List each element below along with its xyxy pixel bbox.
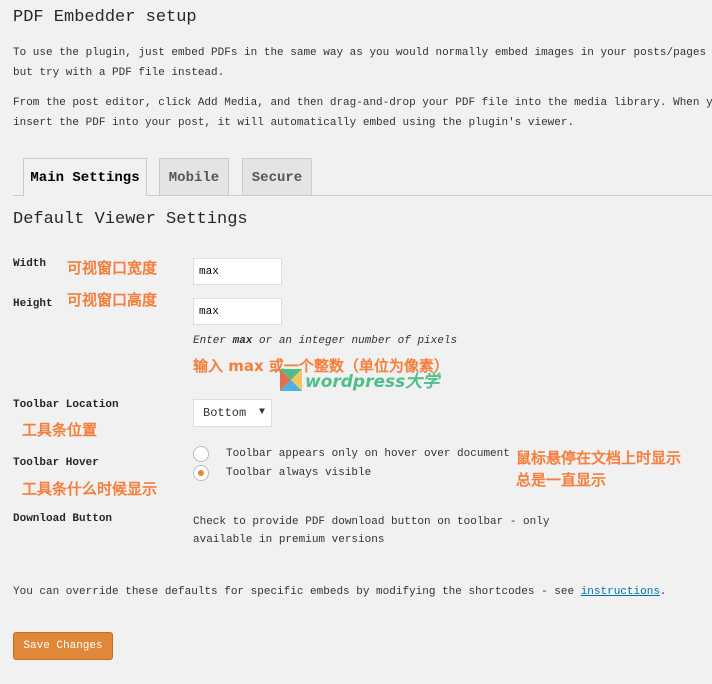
section-title: Default Viewer Settings [13, 210, 248, 229]
intro-line: From the post editor, click Add Media, a… [13, 97, 712, 109]
size-hint: Enter max or an integer number of pixels [193, 335, 457, 347]
hint-text: Enter [193, 335, 233, 347]
height-annotation: 可视窗口高度 [67, 291, 158, 309]
height-input[interactable] [193, 298, 282, 325]
footer-text-post: . [659, 586, 667, 598]
intro-line: To use the plugin, just embed PDFs in th… [13, 47, 712, 59]
intro-line: but try with a PDF file instead. [13, 67, 225, 79]
tab-mobile[interactable]: Mobile [159, 158, 229, 195]
logo-icon [280, 368, 302, 391]
radio-hover-only[interactable] [193, 446, 209, 462]
toolbar-hover-label: Toolbar Hover [13, 457, 99, 469]
toolbar-location-select[interactable]: Bottom ▼ [193, 399, 272, 427]
page-title: PDF Embedder setup [13, 8, 197, 27]
download-text: Check to provide PDF download button on … [193, 516, 550, 528]
instructions-link[interactable]: instructions [581, 586, 660, 598]
toolbar-location-label: Toolbar Location [13, 399, 119, 411]
footer-text-pre: You can override these defaults for spec… [13, 586, 581, 598]
always-option-annotation: 总是一直显示 [516, 471, 607, 489]
hint-keyword: max [232, 335, 253, 347]
watermark-logo: wordpress大学 [280, 367, 439, 392]
toolbar-hover-annotation: 工具条什么时候显示 [22, 480, 158, 498]
save-changes-button[interactable]: Save Changes [13, 632, 113, 660]
tab-main-settings[interactable]: Main Settings [23, 158, 147, 196]
download-description: Check to provide PDF download button on … [193, 513, 549, 549]
intro-text-2: From the post editor, click Add Media, a… [13, 93, 712, 133]
intro-text: To use the plugin, just embed PDFs in th… [13, 43, 712, 83]
height-label: Height [13, 298, 53, 310]
hint-text: or an integer number of pixels [252, 335, 458, 347]
tab-bar: Main Settings Mobile Secure [13, 158, 712, 196]
download-button-label: Download Button [13, 513, 113, 525]
width-label: Width [13, 258, 47, 270]
radio-always-visible-label: Toolbar always visible [226, 467, 372, 479]
hover-option-annotation: 鼠标悬停在文档上时显示 [516, 449, 682, 467]
intro-line: insert the PDF into your post, it will a… [13, 117, 575, 129]
radio-always-visible[interactable] [193, 465, 209, 481]
watermark-text: wordpress大学 [305, 372, 440, 392]
footer-text: You can override these defaults for spec… [13, 586, 667, 598]
radio-hover-only-label: Toolbar appears only on hover over docum… [226, 448, 510, 460]
toolbar-location-annotation: 工具条位置 [22, 421, 98, 439]
width-input[interactable] [193, 258, 282, 285]
download-text: available in premium versions [193, 534, 385, 546]
tab-secure[interactable]: Secure [242, 158, 312, 195]
select-value: Bottom [203, 406, 247, 420]
width-annotation: 可视窗口宽度 [67, 259, 158, 277]
chevron-down-icon: ▼ [258, 407, 265, 418]
